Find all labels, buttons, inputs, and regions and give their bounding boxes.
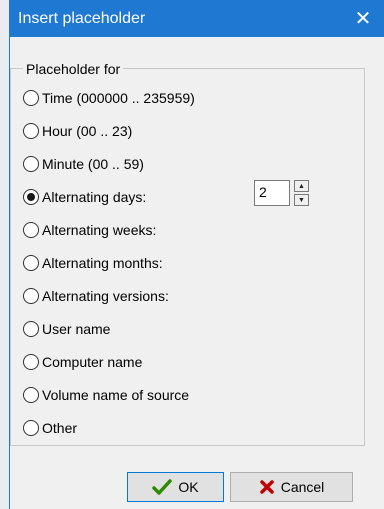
spin-down-icon[interactable]: ▼ <box>294 194 309 206</box>
placeholder-options: Time (000000 .. 235959) Hour (00 .. 23) … <box>23 88 353 451</box>
option-label: Hour (00 .. 23) <box>42 123 133 139</box>
option-user-name[interactable]: User name <box>23 319 353 339</box>
radio-icon[interactable] <box>23 123 39 139</box>
radio-icon[interactable] <box>23 354 39 370</box>
radio-icon[interactable] <box>23 387 39 403</box>
radio-dot <box>27 193 35 201</box>
radio-icon[interactable] <box>23 90 39 106</box>
option-alternating-months[interactable]: Alternating months: <box>23 253 353 273</box>
alternating-days-input[interactable]: 2 <box>254 180 290 206</box>
option-time[interactable]: Time (000000 .. 235959) <box>23 88 353 108</box>
radio-icon[interactable] <box>23 156 39 172</box>
alternating-days-spinner: 2 ▲ ▼ <box>254 180 309 206</box>
checkmark-icon <box>152 478 173 496</box>
radio-icon[interactable] <box>23 288 39 304</box>
dialog-title: Insert placeholder <box>18 9 146 27</box>
radio-selected-icon[interactable] <box>23 189 39 205</box>
cancel-button[interactable]: Cancel <box>230 472 353 502</box>
option-hour[interactable]: Hour (00 .. 23) <box>23 121 353 141</box>
spinner-buttons: ▲ ▼ <box>294 180 309 206</box>
option-label: Computer name <box>42 354 143 370</box>
groupbox-legend: Placeholder for <box>23 61 124 77</box>
option-other[interactable]: Other <box>23 418 353 438</box>
option-label: Other <box>42 420 78 436</box>
option-volume-name[interactable]: Volume name of source <box>23 385 353 405</box>
ok-label: OK <box>178 479 199 495</box>
option-minute[interactable]: Minute (00 .. 59) <box>23 154 353 174</box>
title-bar: Insert placeholder ✕ <box>10 0 384 37</box>
option-label: User name <box>42 321 111 337</box>
option-label: Minute (00 .. 59) <box>42 156 144 172</box>
radio-icon[interactable] <box>23 321 39 337</box>
option-alternating-weeks[interactable]: Alternating weeks: <box>23 220 353 240</box>
cancel-label: Cancel <box>280 479 325 495</box>
option-computer-name[interactable]: Computer name <box>23 352 353 372</box>
option-label: Time (000000 .. 235959) <box>42 90 195 106</box>
x-icon <box>259 479 275 495</box>
option-label: Alternating versions: <box>42 288 169 304</box>
radio-icon[interactable] <box>23 222 39 238</box>
spin-up-icon[interactable]: ▲ <box>294 180 309 192</box>
option-label: Alternating days: <box>42 189 147 205</box>
close-icon[interactable]: ✕ <box>351 7 375 31</box>
radio-icon[interactable] <box>23 255 39 271</box>
radio-icon[interactable] <box>23 420 39 436</box>
option-alternating-versions[interactable]: Alternating versions: <box>23 286 353 306</box>
option-label: Volume name of source <box>42 387 190 403</box>
option-label: Alternating weeks: <box>42 222 157 238</box>
option-label: Alternating months: <box>42 255 163 271</box>
ok-button[interactable]: OK <box>127 472 224 502</box>
